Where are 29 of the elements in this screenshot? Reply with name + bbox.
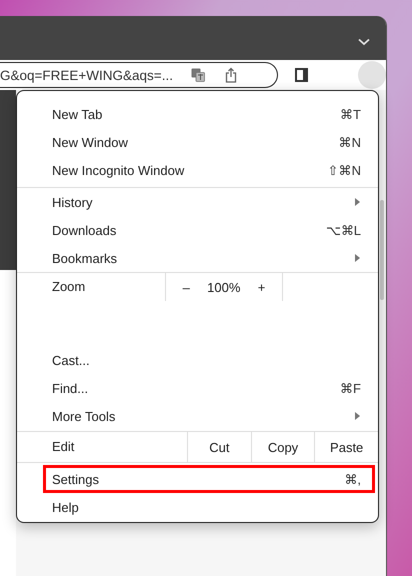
menu-item[interactable]: History — [17, 188, 378, 216]
zoom-level: 100% — [207, 280, 240, 294]
share-icon[interactable] — [224, 67, 237, 83]
menu-item[interactable]: Cast... — [17, 346, 378, 374]
zoom-in-button[interactable]: + — [258, 280, 266, 294]
submenu-arrow-icon — [355, 198, 360, 206]
menu-item[interactable]: Find... ⌘F — [17, 374, 378, 402]
scrollbar[interactable] — [380, 200, 384, 300]
menu-item[interactable]: New Window ⌘N — [17, 128, 378, 156]
translate-icon[interactable] — [190, 68, 205, 82]
edit-button[interactable]: Paste — [314, 432, 378, 462]
zoom-out-button[interactable]: – — [182, 280, 190, 294]
menu-item[interactable]: New Tab ⌘T — [17, 100, 378, 128]
menu-item[interactable]: Help — [17, 493, 378, 521]
address-bar[interactable]: G&oq=FREE+WING&aqs=... — [0, 62, 278, 88]
menu-item[interactable]: More Tools — [17, 402, 378, 430]
menu-item[interactable]: Settings ⌘, — [43, 465, 375, 493]
edit-button[interactable]: Copy — [250, 432, 314, 462]
menu-item[interactable]: Bookmarks — [17, 244, 378, 272]
menu-label: Edit — [51, 438, 76, 456]
menu-item[interactable]: New Incognito Window ⇧⌘N — [17, 156, 378, 184]
url-text: G&oq=FREE+WING&aqs=... — [0, 68, 173, 82]
submenu-arrow-icon — [355, 254, 360, 262]
menu-label: Zoom — [51, 278, 86, 296]
chevron-down-icon[interactable] — [358, 38, 370, 46]
submenu-arrow-icon — [355, 412, 360, 420]
menu-item[interactable]: Downloads ⌥⌘L — [17, 216, 378, 244]
side-panel-icon[interactable] — [295, 68, 308, 82]
edit-button[interactable]: Cut — [187, 432, 251, 462]
